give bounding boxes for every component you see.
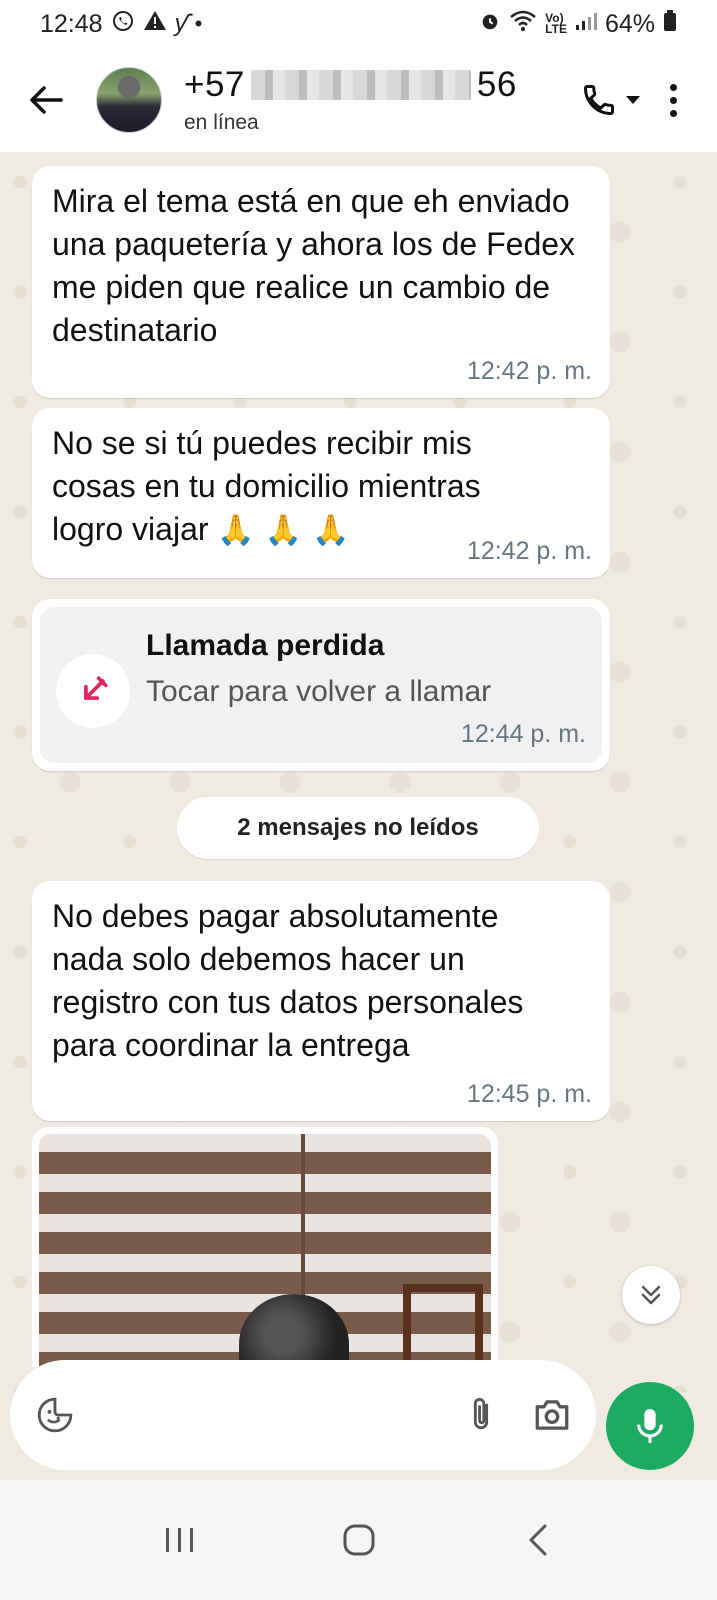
photo-thumbnail[interactable] (39, 1134, 491, 1367)
chat-area[interactable]: Mira el tema está en que eh enviado una … (0, 152, 717, 1392)
double-chevron-down-icon (641, 1285, 661, 1305)
arrow-left-icon (30, 86, 63, 114)
more-vertical-icon (669, 83, 677, 117)
voice-message-button[interactable] (606, 1382, 694, 1470)
call-button[interactable] (573, 72, 649, 128)
battery-percentage: 64% (604, 9, 655, 38)
app-notification-icon: ƴ (174, 10, 187, 37)
recent-apps-button[interactable] (140, 1500, 220, 1580)
more-notifications-dot-icon: • (194, 11, 203, 36)
recent-apps-icon (165, 1528, 193, 1552)
back-button[interactable] (14, 68, 78, 132)
sticker-button[interactable] (32, 1390, 77, 1440)
contact-name: +57 56 (184, 65, 517, 105)
scroll-to-bottom-button[interactable] (622, 1266, 680, 1324)
wifi-icon (509, 10, 537, 38)
alarm-icon (479, 10, 501, 38)
avatar[interactable] (96, 67, 162, 133)
missed-call-icon (56, 654, 130, 728)
message-bubble[interactable]: No se si tú puedes recibir mis cosas en … (32, 408, 610, 578)
missed-call-subtitle: Tocar para volver a llamar (146, 675, 492, 708)
back-nav-button[interactable] (498, 1500, 578, 1580)
status-bar: 12:48 ƴ • Vo) LTE 64% (0, 0, 717, 48)
status-left: 12:48 ƴ • (40, 9, 202, 39)
message-input[interactable] (97, 1399, 458, 1431)
image-message[interactable] (32, 1127, 498, 1367)
chevron-down-icon (626, 96, 640, 104)
camera-icon (535, 1400, 568, 1430)
battery-icon (663, 10, 677, 38)
camera-button[interactable] (529, 1390, 574, 1440)
message-text: No debes pagar absolutamente nada solo d… (52, 898, 524, 1063)
message-time: 12:42 p. m. (466, 537, 592, 565)
message-bubble[interactable]: Mira el tema está en que eh enviado una … (32, 166, 610, 398)
redacted-number (250, 70, 471, 100)
message-text: No se si tú puedes recibir mis cosas en … (52, 422, 592, 552)
message-input-bar (10, 1360, 596, 1470)
signal-icon (575, 11, 597, 37)
message-time: 12:42 p. m. (466, 357, 592, 385)
volte-icon: Vo) LTE (545, 11, 567, 36)
whatsapp-notification-icon (111, 9, 135, 39)
home-icon (343, 1524, 374, 1556)
menu-button[interactable] (649, 72, 697, 128)
contact-number-suffix: 56 (476, 65, 517, 104)
system-navigation-bar (0, 1480, 717, 1600)
phone-icon (583, 85, 614, 116)
paperclip-icon (473, 1398, 488, 1430)
contact-info[interactable]: +57 56 en línea (184, 65, 517, 135)
missed-call-time: 12:44 p. m. (460, 720, 586, 748)
header-actions (573, 72, 697, 128)
missed-call-card[interactable]: Llamada perdida Tocar para volver a llam… (40, 607, 602, 763)
message-bubble[interactable]: No debes pagar absolutamente nada solo d… (32, 881, 610, 1121)
chevron-left-icon (529, 1524, 546, 1556)
missed-call-title: Llamada perdida (146, 629, 385, 662)
photo-chair (403, 1284, 483, 1367)
status-right: Vo) LTE 64% (479, 10, 677, 39)
attach-button[interactable] (458, 1390, 503, 1440)
unread-messages-label: 2 mensajes no leídos (177, 797, 539, 859)
message-time: 12:45 p. m. (466, 1080, 592, 1108)
sticker-icon (37, 1397, 72, 1433)
missed-call-bubble[interactable]: Llamada perdida Tocar para volver a llam… (32, 599, 610, 771)
home-button[interactable] (319, 1500, 399, 1580)
chat-header: +57 56 en línea (0, 48, 717, 152)
praying-hands-emoji: 🙏🙏🙏 (217, 514, 360, 547)
message-text: Mira el tema está en que eh enviado una … (52, 183, 576, 348)
contact-number-prefix: +57 (184, 65, 245, 104)
contact-status: en línea (184, 111, 259, 134)
alert-triangle-icon (143, 9, 167, 39)
status-time: 12:48 (40, 9, 103, 38)
photo-package (239, 1294, 349, 1367)
microphone-icon (637, 1409, 663, 1443)
